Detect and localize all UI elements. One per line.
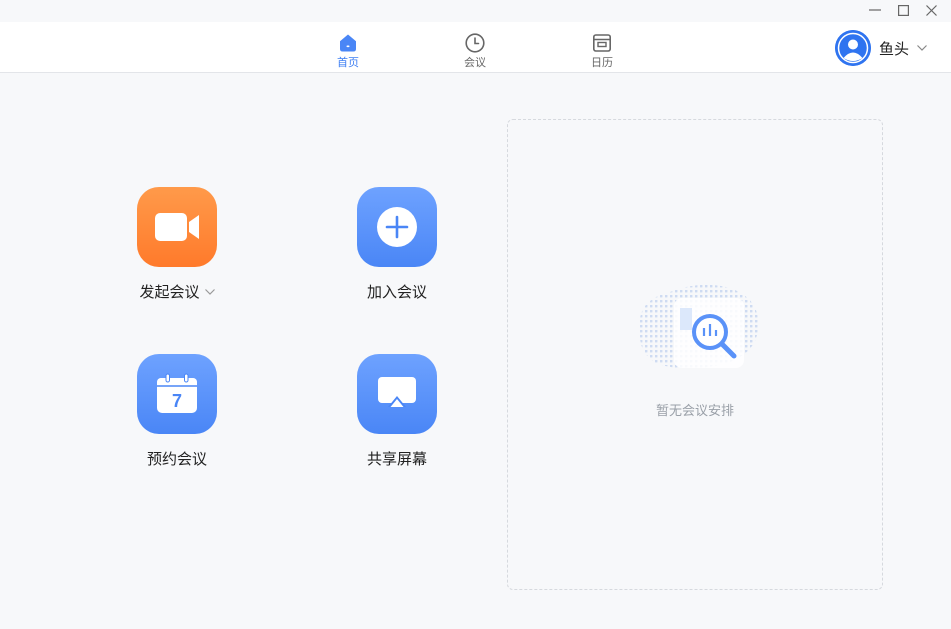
tab-meeting[interactable]: 会议 bbox=[445, 22, 505, 73]
close-button[interactable] bbox=[918, 0, 944, 20]
chevron-down-icon[interactable] bbox=[204, 289, 215, 295]
meeting-schedule-panel: 暂无会议安排 bbox=[507, 119, 883, 590]
empty-search-icon bbox=[630, 270, 762, 380]
tab-home[interactable]: 首页 bbox=[318, 22, 378, 73]
user-menu[interactable]: 鱼头 bbox=[835, 30, 927, 66]
join-meeting-label: 加入会议 bbox=[366, 283, 427, 301]
tab-calendar[interactable]: 日历 bbox=[572, 22, 632, 73]
minimize-icon bbox=[869, 9, 881, 11]
calendar-7-icon: 7 bbox=[137, 354, 217, 434]
start-meeting-button[interactable]: 发起会议 bbox=[117, 187, 237, 301]
video-camera-icon bbox=[137, 187, 217, 267]
screen-share-icon bbox=[357, 354, 437, 434]
empty-schedule-text: 暂无会议安排 bbox=[655, 404, 734, 419]
calendar-day: 7 bbox=[172, 391, 182, 411]
schedule-meeting-label: 预约会议 bbox=[146, 450, 207, 468]
schedule-meeting-button[interactable]: 7 预约会议 bbox=[117, 354, 237, 468]
share-screen-label: 共享屏幕 bbox=[366, 450, 427, 468]
calendar-icon bbox=[590, 31, 614, 55]
tab-meeting-label: 会议 bbox=[464, 56, 486, 69]
home-icon bbox=[336, 31, 360, 55]
minimize-button[interactable] bbox=[862, 0, 888, 20]
top-nav: 首页 会议 日历 鱼头 bbox=[0, 22, 951, 73]
share-screen-button[interactable]: 共享屏幕 bbox=[337, 354, 457, 468]
chevron-down-icon bbox=[917, 45, 927, 51]
tab-calendar-label: 日历 bbox=[591, 56, 613, 69]
clock-icon bbox=[463, 31, 487, 55]
tab-home-label: 首页 bbox=[337, 56, 359, 69]
title-bar bbox=[0, 0, 951, 22]
plus-circle-icon bbox=[357, 187, 437, 267]
user-avatar-icon bbox=[835, 30, 871, 66]
start-meeting-label: 发起会议 bbox=[139, 283, 200, 301]
join-meeting-button[interactable]: 加入会议 bbox=[337, 187, 457, 301]
maximize-button[interactable] bbox=[890, 0, 916, 20]
close-icon bbox=[925, 4, 937, 16]
user-name: 鱼头 bbox=[879, 39, 910, 58]
maximize-icon bbox=[897, 4, 909, 16]
